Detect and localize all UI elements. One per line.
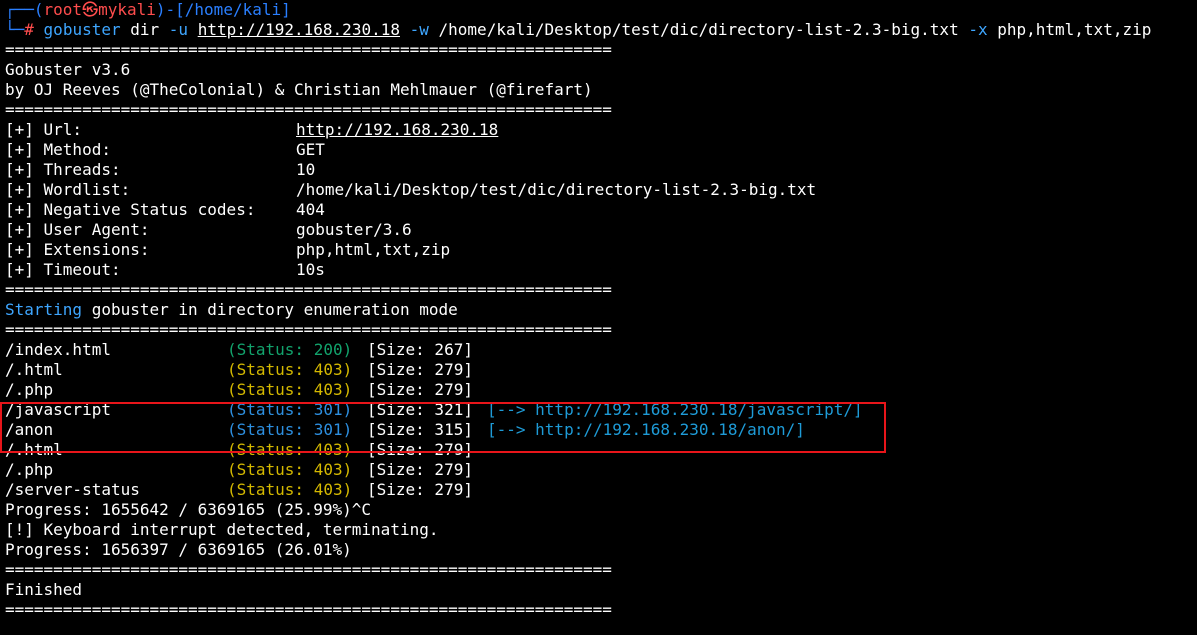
result-size: [Size: 279] [367,480,473,499]
result-path: /server-status [5,480,140,499]
banner-authors: by OJ Reeves (@TheColonial) & Christian … [5,80,593,99]
prompt-hash: # [24,20,34,39]
config-threads: [+] Threads: 10 [5,160,1195,180]
config-key: [+] Wordlist: [5,180,131,199]
config-key: [+] Method: [5,140,111,159]
result-row: /.html (Status: 403) [Size: 279] [5,360,1195,380]
prompt-bracket: )-[ [155,0,185,19]
finished-message: Finished [5,580,83,599]
highlight-box [0,402,886,453]
prompt-corner: ┌──( [5,0,44,19]
config-value: 10s [296,260,325,279]
config-key: [+] Threads: [5,160,121,179]
command-extensions: php,html,txt,zip [987,20,1152,39]
prompt-path: /home/kali [184,0,282,19]
result-path: /index.html [5,340,111,359]
starting-line: Starting gobuster in directory enumerati… [5,300,1195,320]
config-value: 10 [296,160,316,179]
command-line[interactable]: └─# gobuster dir -u http://192.168.230.1… [5,20,1195,40]
prompt-corner-bottom: └─ [5,20,25,39]
result-status: (Status: 200) [227,340,353,359]
result-row: /.php (Status: 403) [Size: 279] [5,380,1195,400]
config-value: gobuster/3.6 [296,220,412,239]
result-path: /.html [5,360,63,379]
separator: ========================================… [5,320,612,339]
config-key: [+] Negative Status codes: [5,200,256,219]
command-wordlist: /home/kali/Desktop/test/dic/directory-li… [428,20,969,39]
result-row: /server-status (Status: 403) [Size: 279] [5,480,1195,500]
banner-version: Gobuster v3.6 [5,60,131,79]
config-key: [+] Url: [5,120,83,139]
config-timeout: [+] Timeout: 10s [5,260,1195,280]
result-row: /.php (Status: 403) [Size: 279] [5,460,1195,480]
result-status: (Status: 403) [227,380,353,399]
result-path: /.php [5,380,54,399]
config-key: [+] Extensions: [5,240,150,259]
result-row: /index.html (Status: 200) [Size: 267] [5,340,1195,360]
interrupt-message: [!] Keyboard interrupt detected, termina… [5,520,439,539]
result-size: [Size: 279] [367,360,473,379]
command-flag-w: -w [409,20,429,39]
command-subcommand: dir [120,20,169,39]
config-extensions: [+] Extensions: php,html,txt,zip [5,240,1195,260]
config-key: [+] User Agent: [5,220,150,239]
result-status: (Status: 403) [227,460,353,479]
starting-rest: gobuster in directory enumeration mode [82,300,458,319]
separator: ========================================… [5,600,612,619]
config-value: GET [296,140,325,159]
starting-word: Starting [5,300,83,319]
config-url: [+] Url: http://192.168.230.18 [5,120,1195,140]
config-key: [+] Timeout: [5,260,121,279]
progress-line: Progress: 1656397 / 6369165 (26.01%) [5,540,352,559]
separator: ========================================… [5,560,612,579]
prompt-line-1: ┌──(root㉿mykali)-[/home/kali] [5,0,1195,20]
command-url-link[interactable]: http://192.168.230.18 [198,20,400,39]
separator: ========================================… [5,40,612,59]
command-flag-u: -u [168,20,189,39]
prompt-user: root [43,0,83,19]
command-name: gobuster [43,20,121,39]
config-user-agent: [+] User Agent: gobuster/3.6 [5,220,1195,240]
result-size: [Size: 279] [367,380,473,399]
config-url-link[interactable]: http://192.168.230.18 [296,120,498,140]
config-negative-status: [+] Negative Status codes: 404 [5,200,1195,220]
config-value: /home/kali/Desktop/test/dic/directory-li… [296,180,817,199]
config-value: 404 [296,200,325,219]
terminal-output[interactable]: ┌──(root㉿mykali)-[/home/kali] └─# gobust… [5,0,1195,620]
config-value: php,html,txt,zip [296,240,451,259]
result-status: (Status: 403) [227,360,353,379]
prompt-bracket-end: ] [281,0,291,19]
prompt-at-symbol: ㉿ [82,0,99,19]
prompt-host: mykali [98,0,156,19]
result-size: [Size: 267] [367,340,473,359]
config-method: [+] Method: GET [5,140,1195,160]
result-status: (Status: 403) [227,480,353,499]
progress-line: Progress: 1655642 / 6369165 (25.99%)^C [5,500,372,519]
command-flag-x: -x [968,20,988,39]
config-wordlist: [+] Wordlist: /home/kali/Desktop/test/dic… [5,180,1195,200]
result-size: [Size: 279] [367,460,473,479]
result-path: /.php [5,460,54,479]
separator: ========================================… [5,280,612,299]
separator: ========================================… [5,100,612,119]
